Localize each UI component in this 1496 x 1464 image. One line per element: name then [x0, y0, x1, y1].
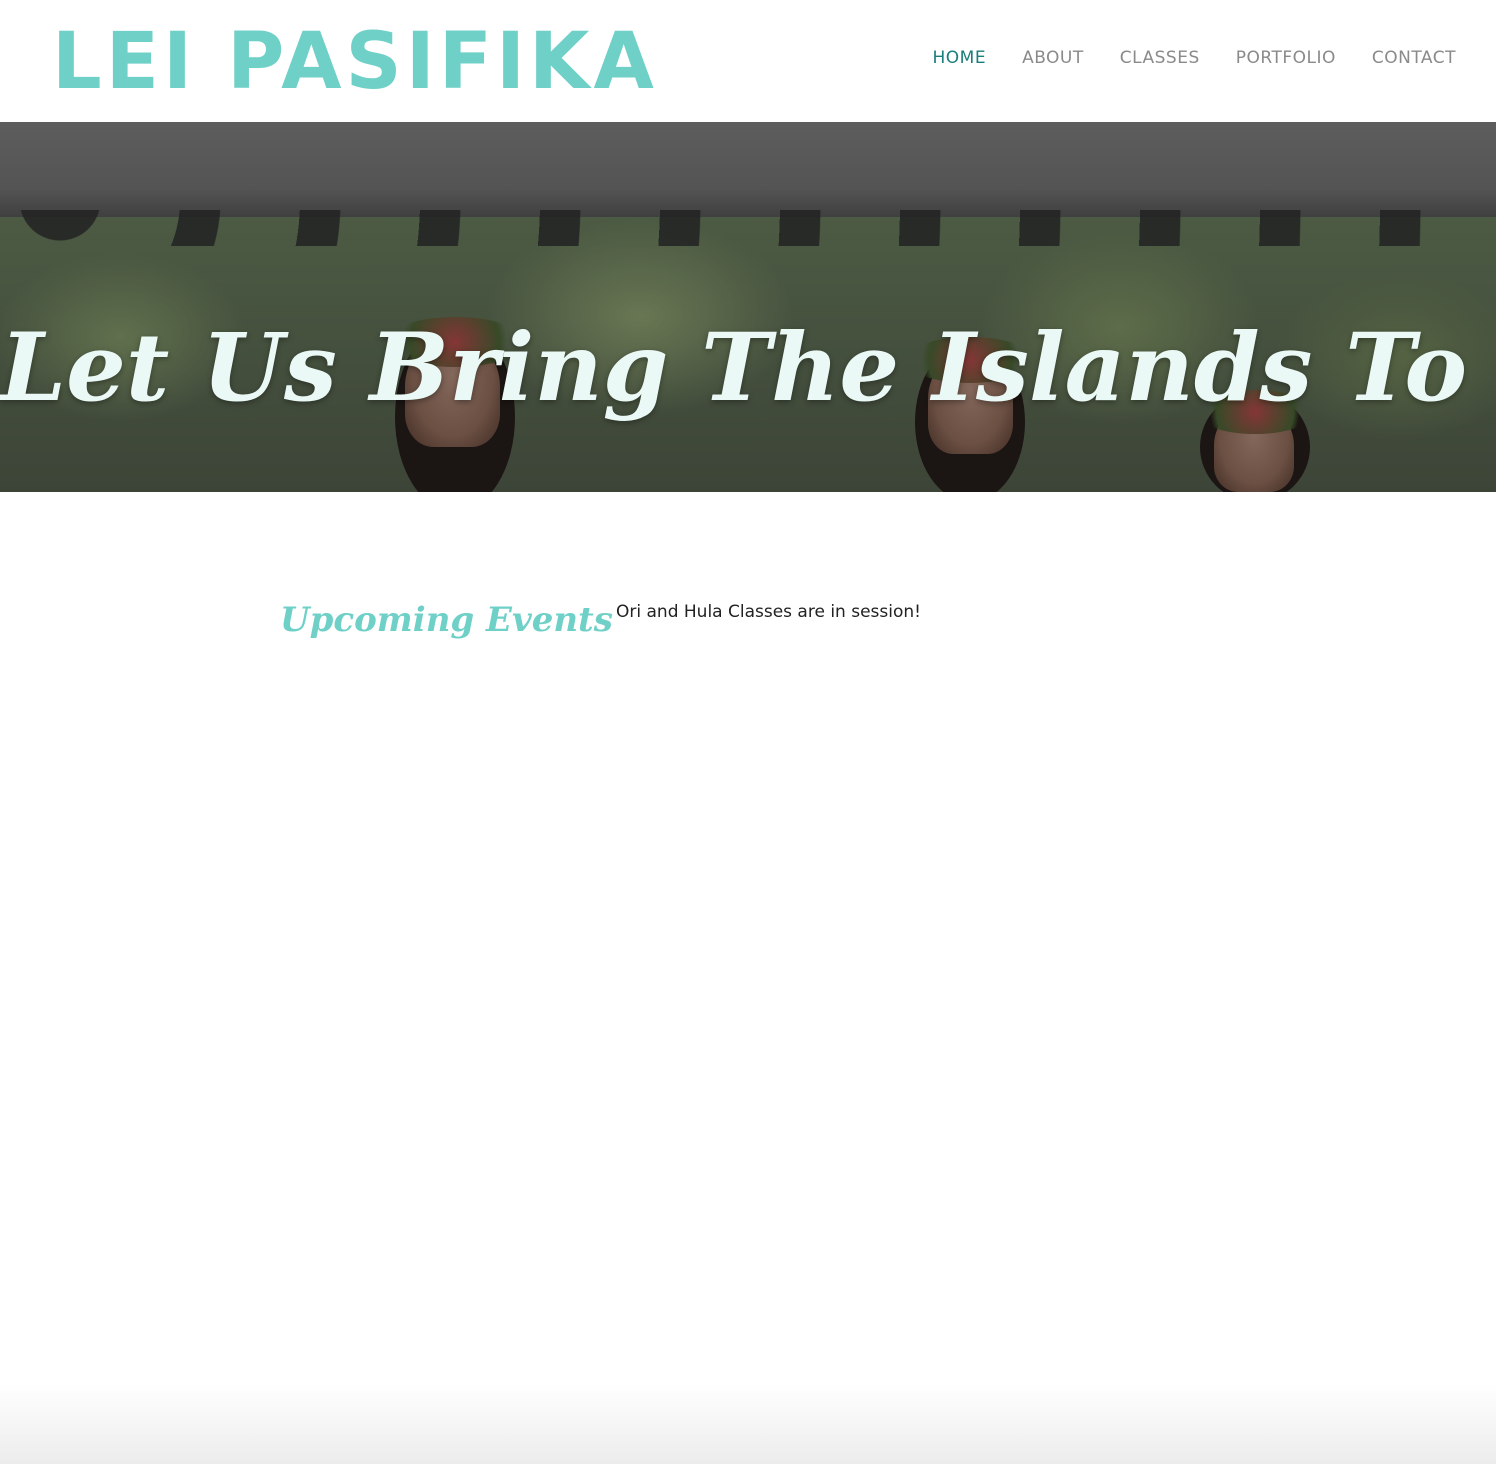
nav-item-about[interactable]: ABOUT	[1022, 48, 1084, 68]
events-text: Ori and Hula Classes are in session!	[616, 602, 921, 622]
site-logo[interactable]: LEI PASIFIKA	[52, 20, 658, 104]
main-nav: HOME ABOUT CLASSES PORTFOLIO CONTACT	[932, 44, 1456, 72]
hero-banner: Let Us Bring The Islands To You.	[0, 122, 1496, 492]
events-heading: Upcoming Events	[280, 600, 613, 641]
hero-title: Let Us Bring The Islands To You.	[0, 312, 1496, 423]
page-bottom-shadow	[0, 1384, 1496, 1464]
nav-item-home[interactable]: HOME	[932, 48, 986, 68]
hero-dark-overlay	[0, 122, 1496, 492]
site-header: LEI PASIFIKA HOME ABOUT CLASSES PORTFOLI…	[0, 0, 1496, 122]
nav-item-contact[interactable]: CONTACT	[1372, 48, 1456, 68]
nav-item-portfolio[interactable]: PORTFOLIO	[1236, 48, 1336, 68]
nav-item-classes[interactable]: CLASSES	[1120, 48, 1200, 68]
